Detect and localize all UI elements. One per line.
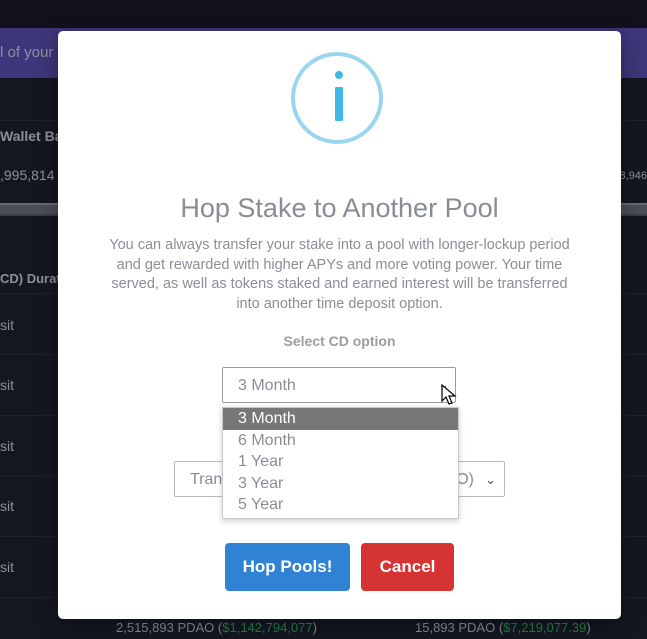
transfer-select-text-left: Tran <box>190 471 223 488</box>
hop-pools-button[interactable]: Hop Pools! <box>225 543 350 591</box>
cancel-button[interactable]: Cancel <box>361 543 454 591</box>
mouse-cursor-icon <box>441 384 457 405</box>
info-icon-stem <box>335 87 343 121</box>
info-icon <box>291 52 383 144</box>
cd-option-value: 3 Month <box>238 377 296 394</box>
cd-option-label: Select CD option <box>283 333 396 349</box>
modal-description: You can always transfer your stake into … <box>109 237 570 312</box>
cd-option-dropdown: 3 Month 6 Month 1 Year 3 Year 5 Year <box>222 407 459 519</box>
option-3-month[interactable]: 3 Month <box>223 408 458 430</box>
option-3-year[interactable]: 3 Year <box>223 473 458 495</box>
cd-option-select[interactable]: 3 Month ⌄ <box>222 367 456 403</box>
option-5-year[interactable]: 5 Year <box>223 494 458 516</box>
info-icon-dot <box>335 71 343 79</box>
option-6-month[interactable]: 6 Month <box>223 430 458 452</box>
modal-title: Hop Stake to Another Pool <box>180 193 499 223</box>
hop-stake-modal: Hop Stake to Another Pool You can always… <box>58 31 621 619</box>
option-1-year[interactable]: 1 Year <box>223 451 458 473</box>
chevron-down-icon: ⌄ <box>485 472 496 487</box>
